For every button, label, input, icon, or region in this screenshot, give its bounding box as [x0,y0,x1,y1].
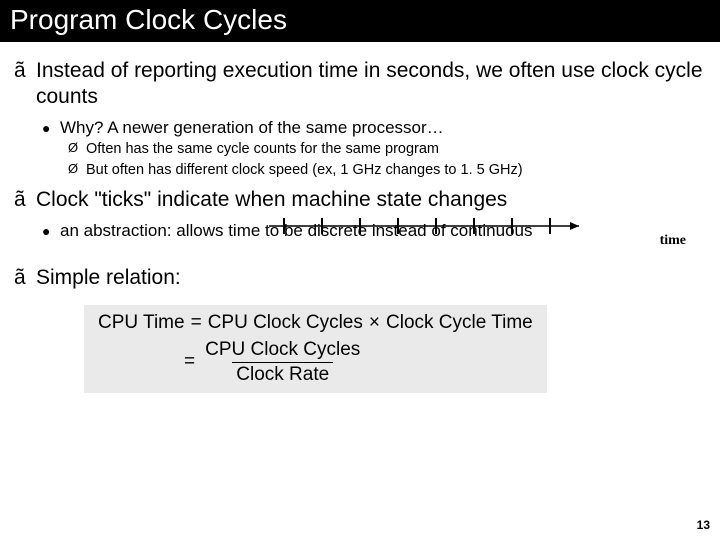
equals-sign-icon: = [184,352,195,373]
fraction-denominator: Clock Rate [232,362,333,385]
slide-content: ã Instead of reporting execution time in… [0,42,720,393]
formula-box: CPU Time = CPU Clock Cycles × Clock Cycl… [84,305,547,393]
bullet-level1: ã Instead of reporting execution time in… [14,58,706,111]
fraction-numerator: CPU Clock Cycles [201,340,364,362]
formula-term: Clock Cycle Time [386,313,533,334]
timeline-diagram: time [264,211,706,251]
bullet-marker-a: ã [14,265,36,291]
page-number: 13 [697,518,710,532]
bullet-marker-a: ã [14,58,36,111]
bullet-level3: Ø But often has different clock speed (e… [68,161,706,180]
slide-title: Program Clock Cycles [0,0,720,42]
equals-sign-icon: = [191,313,202,334]
bullet-level3: Ø Often has the same cycle counts for th… [68,140,706,159]
formula-term: CPU Clock Cycles [208,313,363,334]
bullet-text: Why? A newer generation of the same proc… [60,117,444,138]
timeline-label: time [660,233,686,249]
bullet-text: But often has different clock speed (ex,… [86,161,523,180]
bullet-level2: ● Why? A newer generation of the same pr… [42,117,706,138]
formula-lhs: CPU Time [98,313,185,334]
bullet-text: Clock "ticks" indicate when machine stat… [36,187,507,213]
formula-fraction: CPU Clock Cycles Clock Rate [201,340,364,385]
formula-line2: = CPU Clock Cycles Clock Rate [98,340,533,385]
bullet-text: Often has the same cycle counts for the … [86,140,439,159]
bullet-marker-b: ● [42,117,60,138]
bullet-text: Simple relation: [36,265,181,291]
bullet-text: Instead of reporting execution time in s… [36,58,706,111]
bullet-marker-a: ã [14,187,36,213]
times-sign-icon: × [369,313,380,334]
formula-block: CPU Time = CPU Clock Cycles × Clock Cycl… [84,305,706,393]
bullet-marker-c: Ø [68,161,86,180]
bullet-level1: ã Clock "ticks" indicate when machine st… [14,187,706,213]
timeline-axis-icon [264,211,594,241]
bullet-marker-b: ● [42,220,60,241]
bullet-level1: ã Simple relation: [14,265,706,291]
bullet-marker-c: Ø [68,140,86,159]
formula-line1: CPU Time = CPU Clock Cycles × Clock Cycl… [98,313,533,334]
